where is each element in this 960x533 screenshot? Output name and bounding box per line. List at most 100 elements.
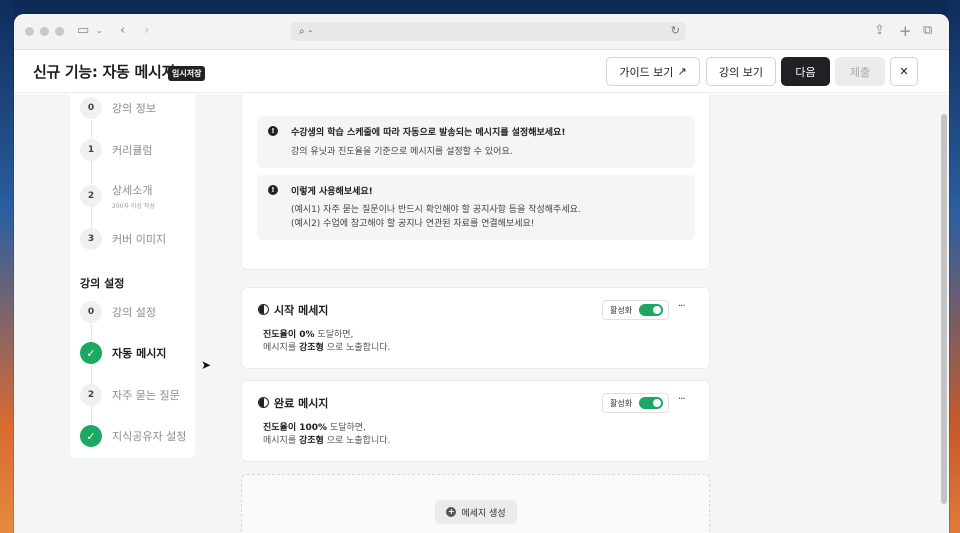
more-options-icon[interactable]: ··· xyxy=(678,301,685,312)
scrollbar[interactable] xyxy=(941,114,947,504)
message-condition: 진도율이 0% 도달하면, xyxy=(263,327,353,340)
browser-window: ▭ ⌄ ‹ › ⌕ - ↻ ⇪ + ⧉ 신규 기능: 자동 메시지 임시저장 가… xyxy=(14,14,949,533)
notice-title: 이렇게 사용해보세요! xyxy=(291,187,373,197)
step-label: 자동 메시지 xyxy=(112,347,167,360)
active-toggle[interactable]: 활성화 xyxy=(602,300,669,320)
alert-icon: ! xyxy=(268,126,278,136)
display-style: 강조형 xyxy=(298,436,324,446)
tab-overview-icon[interactable]: ⧉ xyxy=(923,23,932,39)
preview-course-label: 강의 보기 xyxy=(719,65,763,79)
sidebar-item-auto-message[interactable]: ✓ 자동 메시지 xyxy=(80,342,166,364)
minimize-window-button[interactable] xyxy=(40,27,49,36)
zoom-window-button[interactable] xyxy=(55,27,64,36)
sidebar-item-faq[interactable]: 2 자주 묻는 질문 xyxy=(80,384,180,406)
step-label: 지식공유자 설정 xyxy=(112,430,187,443)
notice-box: ! 수강생의 학습 스케줄에 따라 자동으로 발송되는 메시지를 설정해보세요!… xyxy=(257,116,695,168)
step-label: 커리큘럼 xyxy=(112,144,153,157)
new-tab-icon[interactable]: + xyxy=(899,23,912,39)
toggle-label: 활성화 xyxy=(610,305,633,315)
create-message-button[interactable]: + 메세지 생성 xyxy=(435,500,517,524)
step-number: 3 xyxy=(80,228,102,250)
message-card[interactable]: 완료 메시지 활성화 ··· 진도율이 100% 도달하면, 메시지를 강조형 … xyxy=(241,380,710,462)
browser-toolbar: ▭ ⌄ ‹ › ⌕ - ↻ ⇪ + ⧉ xyxy=(14,14,949,50)
toggle-label: 활성화 xyxy=(610,398,633,408)
section-title: 강의 설정 xyxy=(80,277,125,290)
condition-suffix: 도달하면, xyxy=(327,423,366,433)
close-button[interactable]: ✕ xyxy=(890,57,918,86)
guide-button[interactable]: 가이드 보기 ↗ xyxy=(606,57,700,86)
message-title: 완료 메시지 xyxy=(274,397,329,410)
external-link-icon: ↗ xyxy=(677,65,687,78)
step-hint: 200자 이상 작성 xyxy=(112,203,155,210)
content-area: 0 강의 정보 1 커리큘럼 2 상세소개 200자 이상 작성 3 커버 이미… xyxy=(14,94,949,533)
step-label: 상세소개 xyxy=(112,184,153,197)
step-connector xyxy=(91,120,92,240)
sidebar-item-detail-intro[interactable]: 2 상세소개 200자 이상 작성 xyxy=(80,182,155,210)
notice-title: 수강생의 학습 스케줄에 따라 자동으로 발송되는 메시지를 설정해보세요! xyxy=(291,128,566,138)
chevron-down-icon[interactable]: ⌄ xyxy=(96,23,103,39)
sidebar-item-instructor-settings[interactable]: ✓ 지식공유자 설정 xyxy=(80,425,186,447)
plus-icon: + xyxy=(446,507,457,517)
submit-button-label: 제출 xyxy=(849,65,871,79)
sidebar-toggle-icon[interactable]: ▭ xyxy=(77,23,89,39)
step-label: 자주 묻는 질문 xyxy=(112,389,180,402)
create-message-label: 메세지 생성 xyxy=(461,508,506,519)
search-icon: ⌕ xyxy=(299,26,305,37)
display-prefix: 메시지를 xyxy=(263,343,299,353)
window-controls xyxy=(25,27,64,36)
sidebar-item-curriculum[interactable]: 1 커리큘럼 xyxy=(80,139,152,161)
display-style: 강조형 xyxy=(298,343,324,353)
next-button-label: 다음 xyxy=(795,65,816,79)
condition-suffix: 도달하면, xyxy=(314,330,354,340)
progress-half-icon xyxy=(258,304,269,315)
address-text: - xyxy=(308,26,313,37)
step-number: 1 xyxy=(80,139,102,161)
submit-button[interactable]: 제출 xyxy=(835,57,885,86)
info-card: ! 수강생의 학습 스케줄에 따라 자동으로 발송되는 메시지를 설정해보세요!… xyxy=(241,94,710,270)
message-display: 메시지를 강조형 으로 노출합니다. xyxy=(263,340,390,353)
step-number: 0 xyxy=(80,301,102,323)
check-icon: ✓ xyxy=(80,425,102,447)
toggle-switch[interactable] xyxy=(639,304,664,316)
step-sidebar: 0 강의 정보 1 커리큘럼 2 상세소개 200자 이상 작성 3 커버 이미… xyxy=(70,94,195,458)
progress-condition: 진도율이 100% xyxy=(263,423,328,433)
sidebar-item-course-info[interactable]: 0 강의 정보 xyxy=(80,97,156,119)
notice-box: ! 이렇게 사용해보세요! (예시1) 자주 묻는 질문이나 반드시 확인해야 … xyxy=(257,175,695,240)
display-suffix: 으로 노출합니다. xyxy=(323,343,391,353)
sidebar-item-course-settings[interactable]: 0 강의 설정 xyxy=(80,301,156,323)
step-label: 강의 정보 xyxy=(112,102,156,115)
address-bar[interactable]: ⌕ - ↻ xyxy=(291,22,686,41)
toggle-switch[interactable] xyxy=(639,397,664,409)
mouse-cursor-icon: ➤ xyxy=(201,358,212,372)
create-message-area: + 메세지 생성 xyxy=(241,474,710,533)
check-icon: ✓ xyxy=(80,342,102,364)
step-number: 2 xyxy=(80,185,102,207)
display-prefix: 메시지를 xyxy=(263,436,299,446)
step-label: 커버 이미지 xyxy=(112,233,167,246)
message-card[interactable]: 시작 메세지 활성화 ··· 진도율이 0% 도달하면, 메시지를 강조형 으로… xyxy=(241,287,710,369)
progress-condition: 진도율이 0% xyxy=(263,330,315,340)
alert-icon: ! xyxy=(268,185,278,195)
page-title: 신규 기능: 자동 메시지 xyxy=(33,63,175,81)
sidebar-item-cover-image[interactable]: 3 커버 이미지 xyxy=(80,228,166,250)
share-icon[interactable]: ⇪ xyxy=(874,23,885,39)
reload-icon[interactable]: ↻ xyxy=(671,24,680,37)
forward-icon[interactable]: › xyxy=(144,23,149,39)
back-icon[interactable]: ‹ xyxy=(120,23,125,39)
step-number: 2 xyxy=(80,384,102,406)
active-toggle[interactable]: 활성화 xyxy=(602,393,669,413)
progress-half-icon xyxy=(258,397,269,408)
notice-text: (예시1) 자주 묻는 질문이나 반드시 확인해야 할 공지사항 등을 작성해주… xyxy=(291,205,581,215)
more-options-icon[interactable]: ··· xyxy=(678,394,685,405)
message-condition: 진도율이 100% 도달하면, xyxy=(263,420,366,433)
preview-course-button[interactable]: 강의 보기 xyxy=(706,57,776,86)
message-display: 메시지를 강조형 으로 노출합니다. xyxy=(263,433,390,446)
app-header: 신규 기능: 자동 메시지 임시저장 가이드 보기 ↗ 강의 보기 다음 제출 … xyxy=(14,51,949,93)
display-suffix: 으로 노출합니다. xyxy=(323,436,391,446)
desktop-wallpaper-left xyxy=(0,0,14,533)
next-button[interactable]: 다음 xyxy=(781,57,830,86)
guide-button-label: 가이드 보기 xyxy=(619,65,674,79)
close-icon: ✕ xyxy=(899,65,909,78)
close-window-button[interactable] xyxy=(25,27,34,36)
step-number: 0 xyxy=(80,97,102,119)
